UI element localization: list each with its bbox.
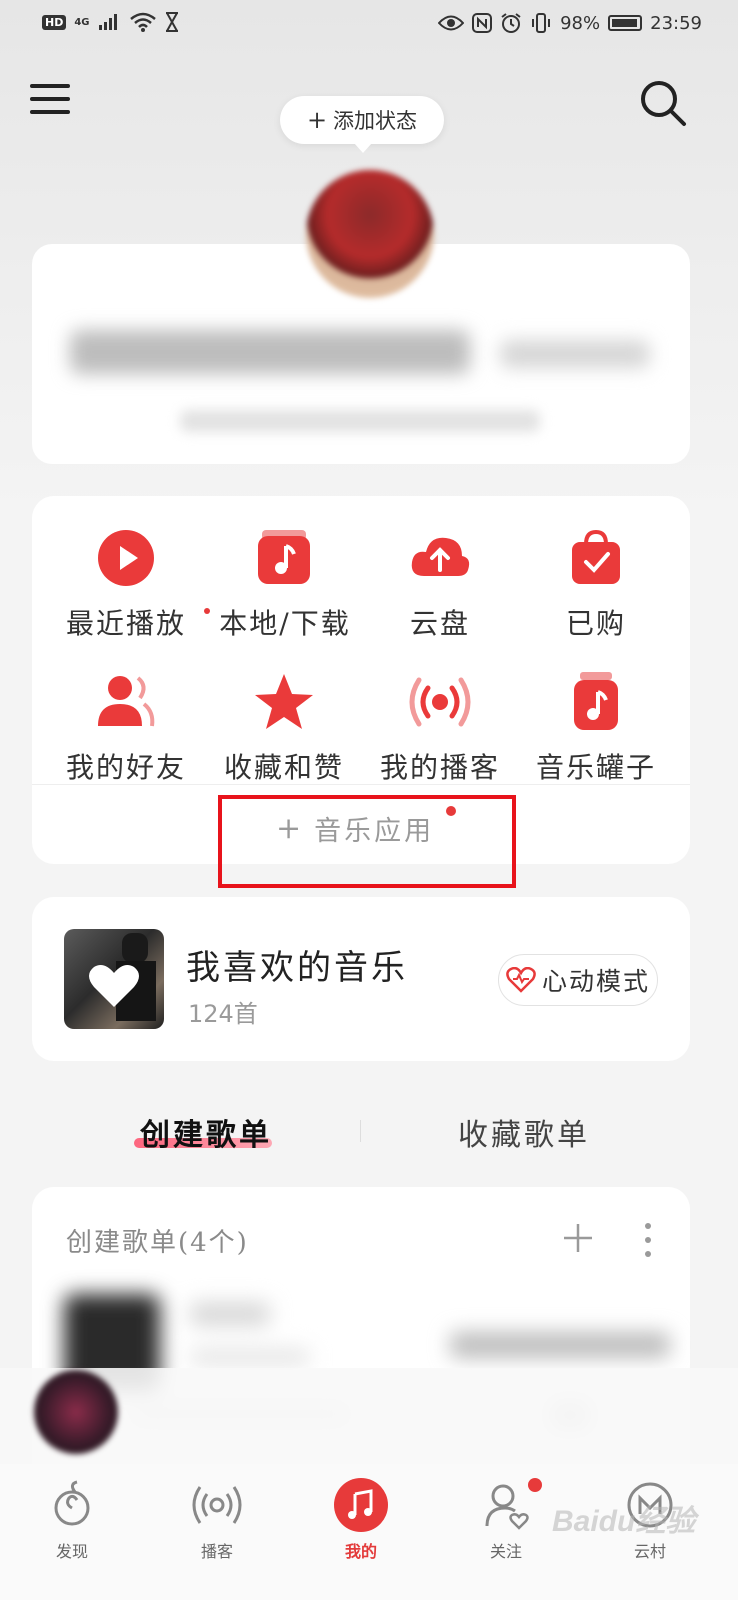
grid-item-favorites[interactable]: 收藏和赞 [204, 670, 364, 790]
discover-icon [54, 1480, 90, 1526]
grid-label: 收藏和赞 [223, 751, 344, 784]
highlight-annotation-box [218, 795, 516, 888]
menu-icon[interactable] [30, 84, 70, 120]
tab-label: 创建歌单 [140, 1118, 272, 1153]
plus-icon: + [306, 106, 328, 134]
music-note-box-icon [258, 530, 310, 584]
nav-label: 关注 [489, 1542, 522, 1561]
heart-icon [89, 933, 156, 1021]
vibrate-icon [532, 13, 551, 33]
star-icon [255, 674, 313, 729]
grid-item-my-podcast[interactable]: 我的播客 [360, 670, 520, 790]
battery-percent: 98% [560, 12, 601, 34]
avatar[interactable] [306, 170, 434, 298]
tab-created-playlists[interactable]: 创建歌单 [134, 1110, 272, 1154]
user-stats-blurred [180, 410, 540, 432]
tab-label: 收藏歌单 [458, 1118, 590, 1153]
grid-item-recent-play[interactable]: 最近播放 [46, 526, 206, 646]
wifi-icon [129, 12, 156, 32]
clock: 23:59 [650, 12, 702, 34]
liked-music-cover[interactable] [64, 929, 164, 1029]
grid-label: 音乐罐子 [535, 751, 656, 784]
battery-icon [608, 15, 643, 31]
follow-icon [485, 1484, 529, 1530]
network-type: 4G [74, 16, 90, 28]
grid-label: 已购 [565, 607, 626, 640]
more-icon[interactable] [640, 1220, 656, 1260]
heartbeat-icon [506, 967, 536, 993]
play-circle-icon [98, 530, 154, 586]
grid-item-friends[interactable]: 我的好友 [46, 670, 206, 790]
nav-label: 云村 [633, 1542, 666, 1561]
grid-label: 云盘 [409, 607, 470, 640]
friends-icon [98, 676, 155, 727]
grid-label: 最近播放 [65, 607, 186, 640]
nav-label: 我的 [344, 1542, 377, 1561]
user-meta-blurred [500, 340, 650, 368]
grid-item-cloud-disk[interactable]: 云盘 [360, 526, 520, 646]
nav-podcast[interactable]: 播客 [167, 1478, 267, 1561]
search-icon[interactable] [638, 78, 688, 128]
grid-item-purchased[interactable]: 已购 [516, 526, 676, 646]
shopping-bag-check-icon [572, 529, 620, 584]
add-status-button[interactable]: + 添加状态 [280, 96, 444, 153]
liked-music-title: 我喜欢的音乐 [186, 948, 408, 988]
mini-player-cover[interactable] [34, 1370, 118, 1454]
music-jar-icon [574, 672, 618, 730]
grid-item-local-download[interactable]: 本地/下载 [204, 526, 364, 646]
signal-icon [98, 14, 117, 30]
divider [32, 784, 690, 785]
grid-label: 我的播客 [379, 751, 500, 784]
podcast-icon [192, 1486, 242, 1524]
username-blurred [70, 330, 470, 374]
hd-badge: HD [42, 14, 67, 30]
nav-label: 发现 [55, 1542, 88, 1561]
tab-separator [360, 1120, 361, 1142]
heartbeat-mode-label: 心动模式 [541, 967, 650, 996]
nav-mine[interactable]: 我的 [311, 1478, 411, 1561]
nav-discover[interactable]: 发现 [22, 1478, 122, 1561]
alarm-icon [501, 13, 521, 33]
liked-music-count: 124首 [188, 1000, 258, 1028]
notification-dot [528, 1478, 542, 1492]
grid-label: 我的好友 [65, 751, 186, 784]
music-note-icon [334, 1478, 388, 1532]
heartbeat-mode-button[interactable]: 心动模式 [498, 954, 658, 1006]
add-status-label: 添加状态 [333, 109, 418, 133]
hourglass-icon [165, 12, 178, 32]
grid-label: 本地/下载 [219, 607, 351, 640]
cloud-upload-icon [411, 537, 470, 576]
status-bar: HD 4G 98% 23:59 [0, 0, 738, 52]
grid-item-music-jar[interactable]: 音乐罐子 [516, 670, 676, 790]
add-playlist-icon[interactable] [560, 1220, 596, 1256]
watermark: Baidu经验 [552, 1505, 696, 1538]
tab-favorited-playlists[interactable]: 收藏歌单 [458, 1110, 590, 1154]
nav-label: 播客 [200, 1542, 233, 1561]
nfc-icon [472, 13, 493, 33]
eye-icon [438, 15, 465, 31]
playlist-section-header: 创建歌单(4个) [66, 1228, 249, 1258]
broadcast-icon [409, 677, 471, 727]
